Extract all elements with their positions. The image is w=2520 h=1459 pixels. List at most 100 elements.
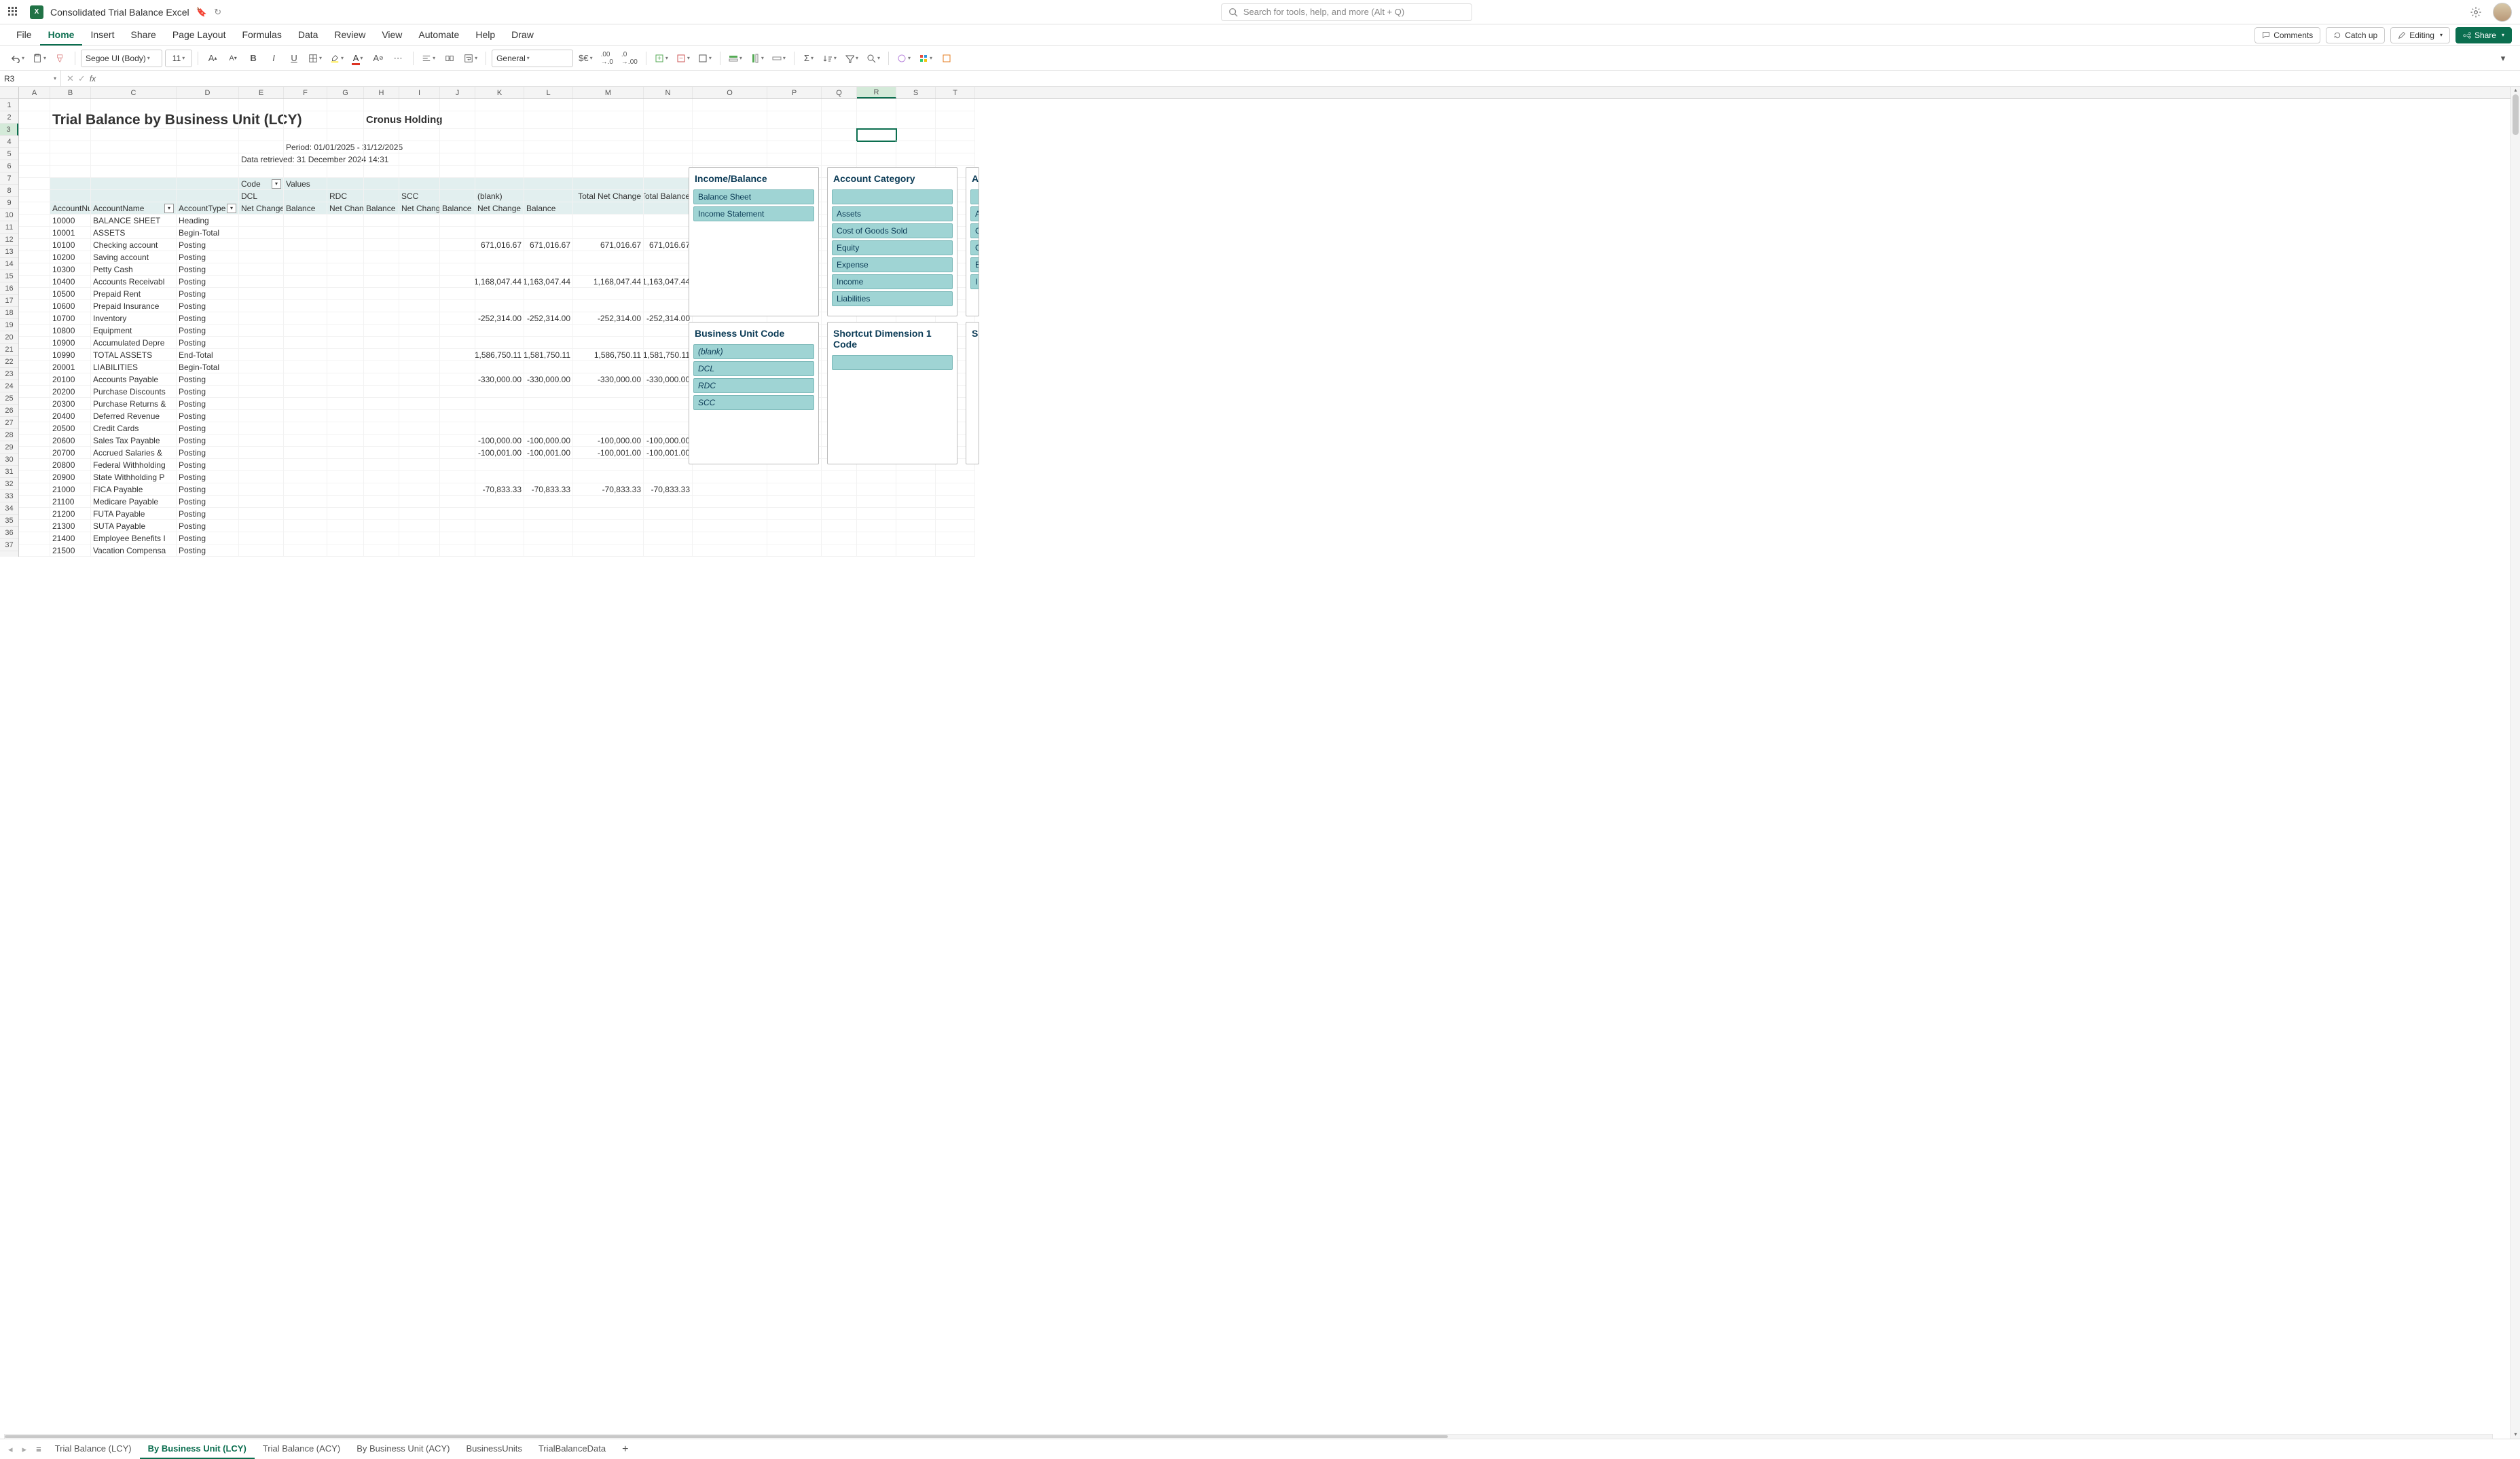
cell-E19[interactable] bbox=[239, 325, 284, 337]
cell-T5[interactable] bbox=[936, 153, 975, 166]
cell-H28[interactable] bbox=[364, 435, 399, 447]
cell-G10[interactable] bbox=[327, 215, 364, 227]
sheet-tab-trialbalancedata[interactable]: TrialBalanceData bbox=[530, 1439, 614, 1459]
cell-E8[interactable]: DCL bbox=[239, 190, 284, 202]
cell-H24[interactable] bbox=[364, 386, 399, 398]
slicer-item[interactable]: I bbox=[970, 274, 979, 289]
cell-Q33[interactable] bbox=[822, 496, 857, 508]
cell-S36[interactable] bbox=[896, 532, 936, 544]
cell-A35[interactable] bbox=[19, 520, 50, 532]
cell-J26[interactable] bbox=[440, 410, 475, 422]
cell-C5[interactable] bbox=[91, 153, 177, 166]
cell-H23[interactable] bbox=[364, 373, 399, 386]
insert-cols-button[interactable] bbox=[748, 50, 767, 67]
cell-P1[interactable] bbox=[767, 99, 822, 111]
cell-A20[interactable] bbox=[19, 337, 50, 349]
row-header-7[interactable]: 7 bbox=[0, 172, 18, 185]
wrap-text-button[interactable] bbox=[461, 50, 480, 67]
cell-D8[interactable] bbox=[177, 190, 239, 202]
cell-I33[interactable] bbox=[399, 496, 440, 508]
cell-A21[interactable] bbox=[19, 349, 50, 361]
cell-A23[interactable] bbox=[19, 373, 50, 386]
filter-button[interactable] bbox=[842, 50, 861, 67]
more-font-button[interactable]: ⋯ bbox=[390, 50, 407, 67]
cell-G1[interactable] bbox=[327, 99, 364, 111]
cell-J2[interactable] bbox=[440, 111, 475, 129]
cell-L24[interactable] bbox=[524, 386, 573, 398]
cell-C16[interactable]: Prepaid Rent bbox=[91, 288, 177, 300]
cell-K27[interactable] bbox=[475, 422, 524, 435]
cell-L1[interactable] bbox=[524, 99, 573, 111]
cell-T2[interactable] bbox=[936, 111, 975, 129]
cell-K37[interactable] bbox=[475, 544, 524, 557]
cell-H37[interactable] bbox=[364, 544, 399, 557]
cell-I16[interactable] bbox=[399, 288, 440, 300]
cell-I17[interactable] bbox=[399, 300, 440, 312]
cell-B18[interactable]: 10700 bbox=[50, 312, 91, 325]
slicer-item[interactable] bbox=[832, 355, 953, 370]
cell-F35[interactable] bbox=[284, 520, 327, 532]
cell-L6[interactable] bbox=[524, 166, 573, 178]
cell-F7[interactable]: Values bbox=[284, 178, 327, 190]
cell-P37[interactable] bbox=[767, 544, 822, 557]
cell-A18[interactable] bbox=[19, 312, 50, 325]
cell-N27[interactable] bbox=[644, 422, 693, 435]
slicer-item[interactable] bbox=[832, 189, 953, 204]
row-header-34[interactable]: 34 bbox=[0, 502, 18, 515]
cell-Q32[interactable] bbox=[822, 483, 857, 496]
cell-G12[interactable] bbox=[327, 239, 364, 251]
cell-N25[interactable] bbox=[644, 398, 693, 410]
cell-E1[interactable] bbox=[239, 99, 284, 111]
italic-button[interactable]: I bbox=[265, 50, 282, 67]
font-family-select[interactable]: Segoe UI (Body) bbox=[81, 50, 162, 67]
sheet-tab-by-business-unit-lcy-[interactable]: By Business Unit (LCY) bbox=[140, 1439, 255, 1459]
cell-H12[interactable] bbox=[364, 239, 399, 251]
cell-S2[interactable] bbox=[896, 111, 936, 129]
cell-E21[interactable] bbox=[239, 349, 284, 361]
format-cells-button[interactable] bbox=[695, 50, 714, 67]
undo-button[interactable] bbox=[8, 50, 27, 67]
cell-D4[interactable] bbox=[177, 141, 239, 153]
col-header-H[interactable]: H bbox=[364, 87, 399, 98]
cell-L16[interactable] bbox=[524, 288, 573, 300]
cell-P5[interactable] bbox=[767, 153, 822, 166]
cell-J37[interactable] bbox=[440, 544, 475, 557]
cell-R33[interactable] bbox=[857, 496, 896, 508]
cell-I10[interactable] bbox=[399, 215, 440, 227]
slicer-item[interactable] bbox=[970, 189, 979, 204]
cell-B4[interactable] bbox=[50, 141, 91, 153]
cell-G23[interactable] bbox=[327, 373, 364, 386]
scroll-up-icon[interactable]: ▴ bbox=[2511, 87, 2520, 94]
cell-F8[interactable] bbox=[284, 190, 327, 202]
cell-H30[interactable] bbox=[364, 459, 399, 471]
cell-A16[interactable] bbox=[19, 288, 50, 300]
cell-S31[interactable] bbox=[896, 471, 936, 483]
cell-K7[interactable] bbox=[475, 178, 524, 190]
cell-J12[interactable] bbox=[440, 239, 475, 251]
number-format-select[interactable]: General bbox=[492, 50, 573, 67]
cell-A24[interactable] bbox=[19, 386, 50, 398]
name-box[interactable]: R3 bbox=[0, 71, 61, 86]
cell-M6[interactable] bbox=[573, 166, 644, 178]
cell-D16[interactable]: Posting bbox=[177, 288, 239, 300]
cell-C35[interactable]: SUTA Payable bbox=[91, 520, 177, 532]
cell-F26[interactable] bbox=[284, 410, 327, 422]
cell-C9[interactable]: AccountName ▾ bbox=[91, 202, 177, 215]
cell-O2[interactable] bbox=[693, 111, 767, 129]
cell-N16[interactable] bbox=[644, 288, 693, 300]
cell-L2[interactable] bbox=[524, 111, 573, 129]
col-header-L[interactable]: L bbox=[524, 87, 573, 98]
cell-H32[interactable] bbox=[364, 483, 399, 496]
cell-N33[interactable] bbox=[644, 496, 693, 508]
insert-cells-button[interactable]: + bbox=[652, 50, 671, 67]
cell-C24[interactable]: Purchase Discounts bbox=[91, 386, 177, 398]
cell-A2[interactable] bbox=[19, 111, 50, 129]
cell-E24[interactable] bbox=[239, 386, 284, 398]
cell-L15[interactable]: 1,163,047.44 bbox=[524, 276, 573, 288]
cell-B8[interactable] bbox=[50, 190, 91, 202]
cell-K22[interactable] bbox=[475, 361, 524, 373]
row-header-23[interactable]: 23 bbox=[0, 368, 18, 380]
slicer-item[interactable]: A bbox=[970, 206, 979, 221]
cell-M22[interactable] bbox=[573, 361, 644, 373]
cell-A8[interactable] bbox=[19, 190, 50, 202]
